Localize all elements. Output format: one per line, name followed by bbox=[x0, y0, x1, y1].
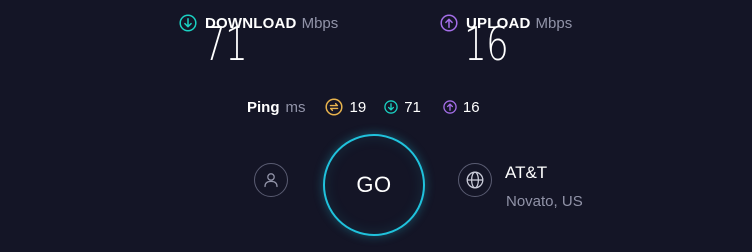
download-value: 71 bbox=[203, 17, 248, 71]
upload-latency-icon bbox=[441, 98, 459, 116]
ping-label: Ping bbox=[247, 98, 280, 116]
go-label: GO bbox=[356, 172, 392, 197]
download-arrow-icon bbox=[179, 14, 197, 32]
ping-row: Ping ms 19 71 16 bbox=[247, 96, 480, 118]
idle-latency-icon bbox=[324, 98, 343, 116]
ping-unit: ms bbox=[285, 98, 306, 116]
download-latency: 71 bbox=[382, 98, 421, 116]
idle-latency: 19 bbox=[324, 98, 367, 116]
isp-name[interactable]: AT&T bbox=[505, 163, 547, 183]
download-unit: Mbps bbox=[301, 14, 339, 32]
isp-server-button[interactable] bbox=[458, 163, 492, 197]
idle-latency-value: 19 bbox=[349, 98, 367, 116]
upload-latency-value: 16 bbox=[462, 98, 480, 116]
upload-arrow-icon bbox=[440, 14, 458, 32]
upload-latency: 16 bbox=[441, 98, 480, 116]
isp-location: Novato, US bbox=[506, 193, 583, 210]
globe-icon bbox=[465, 170, 485, 190]
download-latency-value: 71 bbox=[404, 98, 421, 116]
upload-unit: Mbps bbox=[535, 14, 573, 32]
upload-value: 16 bbox=[464, 17, 509, 71]
go-button[interactable]: GO bbox=[323, 134, 425, 236]
download-latency-icon bbox=[382, 98, 400, 116]
user-icon bbox=[262, 171, 280, 189]
user-button[interactable] bbox=[254, 163, 288, 197]
